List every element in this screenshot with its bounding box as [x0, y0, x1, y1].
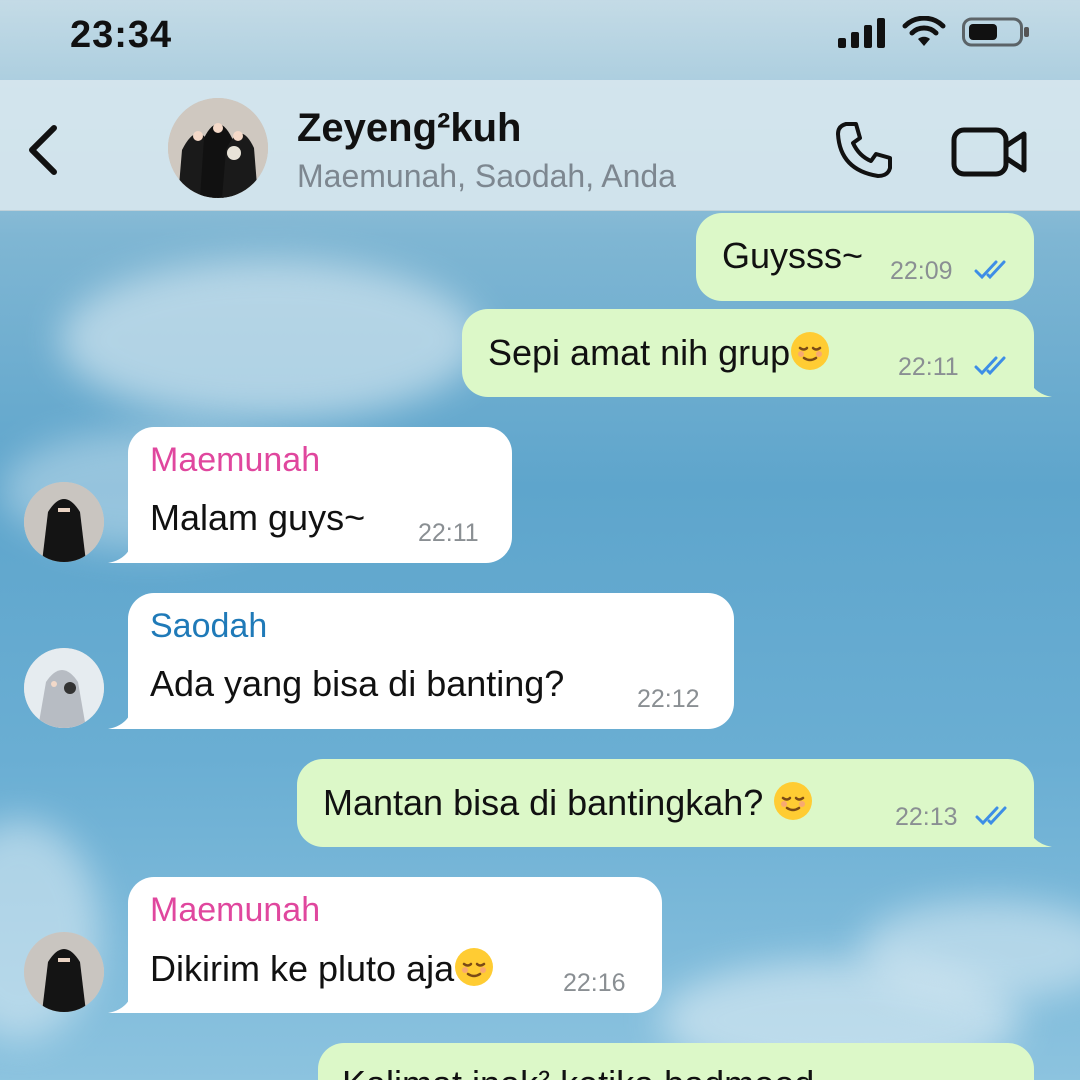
- bubble-tail: [108, 703, 134, 729]
- voice-call-button[interactable]: [832, 118, 896, 182]
- message-sender: Maemunah: [150, 891, 321, 929]
- message-text: Mantan bisa di bantingkah?: [323, 781, 813, 824]
- group-avatar[interactable]: [168, 98, 268, 198]
- back-button[interactable]: [22, 120, 66, 180]
- message-bubble-outgoing[interactable]: Mantan bisa di bantingkah? 22:13: [297, 759, 1034, 847]
- group-avatar-image: [168, 98, 268, 198]
- bubble-tail: [1026, 821, 1052, 847]
- message-text-content: Sepi amat nih grup: [488, 332, 791, 373]
- avatar-image: [24, 648, 104, 728]
- message-text: Ada yang bisa di banting?: [150, 663, 565, 704]
- battery-icon: [962, 17, 1029, 47]
- avatar-maemunah[interactable]: [24, 932, 104, 1012]
- read-receipt-icon: [975, 806, 1007, 826]
- message-sender: Saodah: [150, 607, 268, 645]
- avatar-image: [24, 482, 104, 562]
- message-bubble-incoming[interactable]: Maemunah Dikirim ke pluto aja 22:16: [128, 877, 662, 1013]
- message-time: 22:13: [895, 803, 958, 831]
- message-text: Kalimat inak² ketika badmood: [342, 1063, 814, 1080]
- bubble-tail: [108, 537, 134, 563]
- background-cloud: [60, 260, 480, 420]
- message-text-content: Mantan bisa di bantingkah?: [323, 782, 774, 823]
- read-receipt-icon: [974, 260, 1006, 280]
- bubble-tail: [108, 987, 134, 1013]
- message-text-content: Dikirim ke pluto aja: [150, 948, 455, 989]
- avatar-image: [24, 932, 104, 1012]
- message-time: 22:12: [637, 685, 700, 713]
- message-time: 22:09: [890, 257, 953, 285]
- avatar-saodah[interactable]: [24, 648, 104, 728]
- cellular-signal-icon: [838, 18, 885, 48]
- relieved-face-emoji-icon: [774, 782, 813, 820]
- message-text: Malam guys~: [150, 497, 366, 538]
- video-camera-icon: [951, 127, 1027, 177]
- phone-icon: [836, 122, 892, 178]
- status-icons: [838, 16, 1030, 48]
- message-text: Dikirim ke pluto aja: [150, 947, 494, 990]
- message-bubble-outgoing[interactable]: Sepi amat nih grup 22:11: [462, 309, 1034, 397]
- avatar-maemunah[interactable]: [24, 482, 104, 562]
- message-bubble-outgoing[interactable]: Guysss~ 22:09: [696, 213, 1034, 301]
- message-sender: Maemunah: [150, 441, 321, 479]
- status-time: 23:34: [70, 14, 173, 56]
- group-members: Maemunah, Saodah, Anda: [297, 158, 676, 194]
- message-time: 22:11: [898, 353, 959, 381]
- message-text: Sepi amat nih grup: [488, 331, 830, 374]
- relieved-face-emoji-icon: [791, 332, 830, 370]
- message-bubble-incoming[interactable]: Saodah Ada yang bisa di banting? 22:12: [128, 593, 734, 729]
- message-bubble-outgoing[interactable]: Kalimat inak² ketika badmood: [318, 1043, 1034, 1080]
- bubble-tail: [1026, 371, 1052, 397]
- status-bar: 23:34: [0, 0, 1080, 80]
- chat-header: Zeyeng²kuh Maemunah, Saodah, Anda: [0, 80, 1080, 211]
- message-time: 22:11: [418, 519, 479, 547]
- video-call-button[interactable]: [950, 124, 1030, 180]
- message-bubble-incoming[interactable]: Maemunah Malam guys~ 22:11: [128, 427, 512, 563]
- group-name[interactable]: Zeyeng²kuh: [297, 106, 521, 151]
- read-receipt-icon: [974, 356, 1006, 376]
- wifi-icon: [902, 16, 946, 46]
- chevron-left-icon: [29, 125, 57, 175]
- message-text: Guysss~: [722, 235, 864, 276]
- message-time: 22:16: [563, 969, 626, 997]
- relieved-face-emoji-icon: [455, 948, 494, 986]
